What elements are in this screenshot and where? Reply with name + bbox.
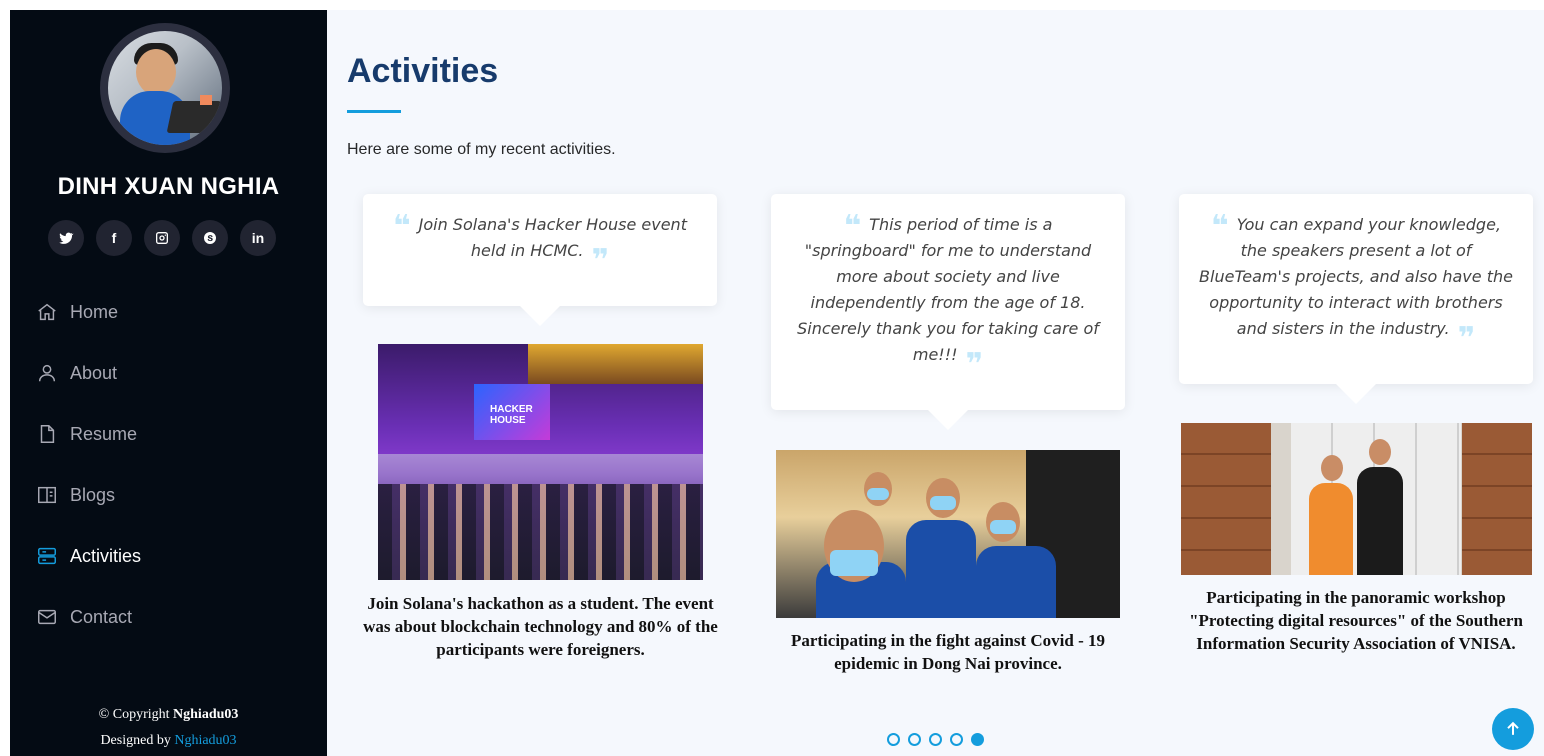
sidebar: DINH XUAN NGHIA f in Home About Resume B… bbox=[10, 10, 327, 756]
nav-item-label: Resume bbox=[70, 423, 138, 444]
carousel-pagination bbox=[887, 733, 984, 746]
page-title: Activities bbox=[347, 52, 499, 90]
activity-photo: HACKER HOUSE bbox=[378, 344, 703, 580]
profile-name: DINH XUAN NGHIA bbox=[57, 173, 280, 200]
nav-item-label: About bbox=[70, 362, 118, 383]
carousel-dot[interactable] bbox=[929, 733, 942, 746]
nav-item-activities[interactable]: Activities bbox=[36, 544, 306, 568]
book-icon bbox=[36, 484, 58, 506]
instagram-link[interactable] bbox=[144, 220, 180, 256]
carousel-dot[interactable] bbox=[887, 733, 900, 746]
quote-bubble: ❝ You can expand your knowledge, the spea… bbox=[1179, 194, 1533, 404]
nav-item-label: Contact bbox=[70, 606, 133, 627]
nav-item-resume[interactable]: Resume bbox=[36, 422, 306, 446]
main-content: Activities Here are some of my recent ac… bbox=[327, 10, 1544, 756]
file-icon bbox=[36, 423, 58, 445]
activity-photo bbox=[776, 450, 1120, 618]
instagram-icon bbox=[156, 232, 168, 244]
quote-open-icon: ❝ bbox=[393, 209, 411, 244]
arrow-up-icon bbox=[1507, 721, 1519, 735]
nav-item-label: Blogs bbox=[70, 484, 116, 505]
back-to-top-button[interactable] bbox=[1492, 708, 1534, 750]
quote-bubble: ❝ Join Solana's Hacker House event held i… bbox=[363, 194, 717, 326]
server-icon bbox=[36, 545, 58, 567]
envelope-icon bbox=[36, 606, 58, 628]
linkedin-link[interactable]: in bbox=[240, 220, 276, 256]
skype-icon bbox=[203, 232, 216, 244]
quote-close-icon: ❞ bbox=[591, 243, 610, 278]
nav-item-label: Home bbox=[70, 301, 119, 322]
quote-text: This period of time is a "springboard" f… bbox=[797, 215, 1099, 364]
page-frame: DINH XUAN NGHIA f in Home About Resume B… bbox=[10, 10, 1544, 756]
activity-caption: Join Solana's hackathon as a student. Th… bbox=[363, 594, 718, 659]
facebook-icon: f bbox=[111, 230, 117, 246]
quote-open-icon: ❝ bbox=[1211, 209, 1229, 244]
page-subtitle: Here are some of my recent activities. bbox=[347, 141, 616, 158]
activity-caption: Participating in the panoramic workshop … bbox=[1189, 588, 1523, 653]
carousel-dot[interactable] bbox=[908, 733, 921, 746]
carousel-dot[interactable] bbox=[950, 733, 963, 746]
title-underline bbox=[347, 110, 401, 113]
social-links: f in bbox=[48, 220, 276, 256]
quote-text: You can expand your knowledge, the speak… bbox=[1199, 215, 1513, 338]
home-icon bbox=[36, 301, 58, 323]
quote-bubble: ❝ This period of time is a "springboard" … bbox=[771, 194, 1125, 430]
skype-link[interactable] bbox=[192, 220, 228, 256]
sidebar-nav: Home About Resume Blogs Activities Conta… bbox=[36, 300, 306, 666]
linkedin-icon: in bbox=[251, 230, 265, 246]
nav-item-home[interactable]: Home bbox=[36, 300, 306, 324]
facebook-link[interactable]: f bbox=[96, 220, 132, 256]
quote-close-icon: ❞ bbox=[965, 347, 984, 382]
twitter-link[interactable] bbox=[48, 220, 84, 256]
stage-screen: HACKER HOUSE bbox=[474, 384, 550, 440]
nav-item-blogs[interactable]: Blogs bbox=[36, 483, 306, 507]
nav-item-about[interactable]: About bbox=[36, 361, 306, 385]
copyright: © Copyright Nghiadu03 Designed by Nghiad… bbox=[98, 707, 239, 748]
quote-open-icon: ❝ bbox=[843, 209, 862, 244]
person-icon bbox=[36, 362, 58, 384]
twitter-icon bbox=[59, 232, 74, 244]
activity-photo bbox=[1181, 423, 1532, 575]
avatar bbox=[100, 23, 230, 153]
copyright-owner: Nghiadu03 bbox=[173, 707, 239, 722]
nav-item-label: Activities bbox=[70, 545, 142, 566]
quote-text: Join Solana's Hacker House event held in… bbox=[418, 215, 687, 260]
quote-close-icon: ❞ bbox=[1457, 321, 1476, 356]
carousel-dot-active[interactable] bbox=[971, 733, 984, 746]
designer-link[interactable]: Nghiadu03 bbox=[174, 733, 236, 748]
activity-caption: Participating in the fight against Covid… bbox=[790, 631, 1106, 673]
nav-item-contact[interactable]: Contact bbox=[36, 605, 306, 629]
